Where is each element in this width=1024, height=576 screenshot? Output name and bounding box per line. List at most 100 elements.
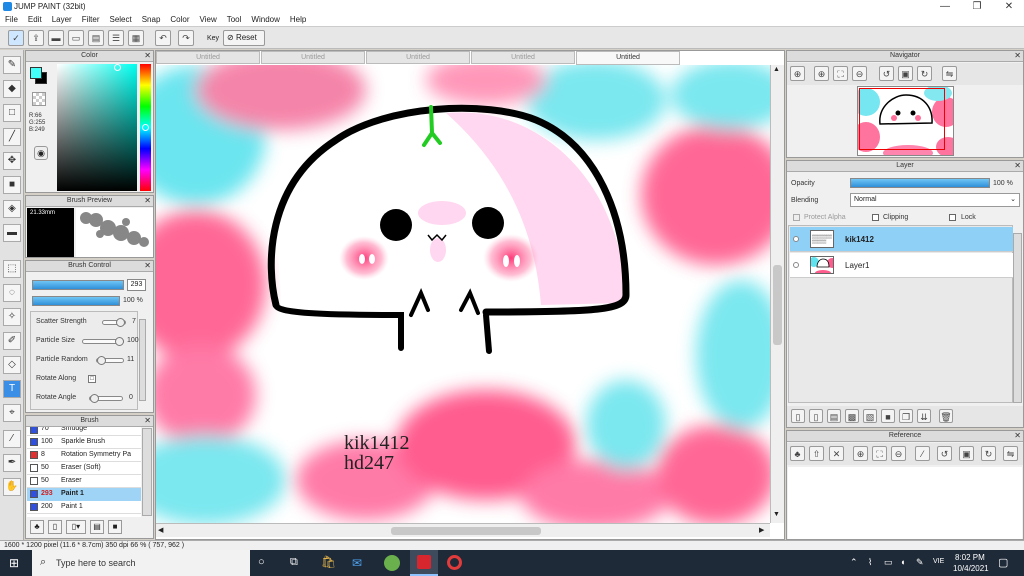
layer-mask-icon[interactable]: ▧ xyxy=(863,409,877,423)
language-indicator[interactable]: VIE xyxy=(933,558,944,565)
flip-icon[interactable]: ⇋ xyxy=(1003,446,1018,461)
battery-icon[interactable]: ▭ xyxy=(884,557,893,568)
redo-icon[interactable]: ↷ xyxy=(178,30,194,46)
select-eraser-tool-icon[interactable]: ◇ xyxy=(3,356,21,374)
network-icon[interactable]: ⌇ xyxy=(868,557,872,568)
layer-opacity-slider[interactable] xyxy=(850,178,990,188)
menu-select[interactable]: Select xyxy=(104,14,136,24)
menu-tool[interactable]: Tool xyxy=(222,14,247,24)
notification-icon[interactable]: ▢ xyxy=(998,556,1008,569)
protect-alpha-checkbox[interactable] xyxy=(793,214,800,221)
new-text-layer-icon[interactable]: ▤ xyxy=(827,409,841,423)
params-scrollbar[interactable] xyxy=(139,319,146,401)
layer-list-scrollbar[interactable] xyxy=(1013,233,1022,403)
comment-icon[interactable]: ▭ xyxy=(68,30,84,46)
list-item[interactable]: 70 Smudge xyxy=(27,427,141,436)
reference-view[interactable] xyxy=(788,467,1022,539)
horizontal-scroll-thumb[interactable] xyxy=(391,527,541,535)
lock-checkbox[interactable] xyxy=(949,214,956,221)
page-icon[interactable]: ▤ xyxy=(88,30,104,46)
cortana-icon[interactable]: ○ xyxy=(258,556,265,568)
eye-icon[interactable] xyxy=(793,236,799,242)
mail-icon[interactable]: ✉ xyxy=(352,556,362,570)
menu-file[interactable]: File xyxy=(0,14,23,24)
reference-settings-icon[interactable]: ♣ xyxy=(790,446,805,461)
brush-opacity-slider[interactable] xyxy=(32,296,120,306)
chrome-icon[interactable] xyxy=(384,555,400,571)
param-knob[interactable] xyxy=(115,337,124,346)
foreground-swatch[interactable] xyxy=(30,67,42,79)
tab-document-active[interactable]: Untitled xyxy=(576,51,680,65)
menu-filter[interactable]: Filter xyxy=(77,14,105,24)
rect-tool-icon[interactable]: □ xyxy=(3,104,21,122)
text-tool-icon[interactable]: T xyxy=(3,380,21,398)
new-icon[interactable]: ✓ xyxy=(8,30,24,46)
zoom-out-icon[interactable]: ⊖ xyxy=(891,446,906,461)
dropper-tool-icon[interactable]: ⁄ xyxy=(3,430,21,448)
scroll-right-icon[interactable]: ▶ xyxy=(759,526,764,534)
brush-size-value[interactable]: 293 xyxy=(127,279,146,291)
fill-rect-tool-icon[interactable]: ■ xyxy=(3,176,21,194)
vertical-scroll-thumb[interactable] xyxy=(773,265,782,345)
flip-icon[interactable]: ⇋ xyxy=(942,66,957,81)
new-brush-icon[interactable]: ▯ xyxy=(48,520,62,534)
zoom-in-icon[interactable]: ⊕ xyxy=(853,446,868,461)
scroll-down-icon[interactable]: ▼ xyxy=(773,511,780,518)
chat-icon[interactable]: ▬ xyxy=(48,30,64,46)
new-layer-icon[interactable]: ▯ xyxy=(791,409,805,423)
maximize-button[interactable]: ❐ xyxy=(962,0,992,14)
bucket-tool-icon[interactable]: ◈ xyxy=(3,200,21,218)
operation-tool-icon[interactable]: ⌖ xyxy=(3,404,21,422)
opera-icon[interactable] xyxy=(447,555,462,570)
undo-icon[interactable]: ↶ xyxy=(155,30,171,46)
open-icon[interactable]: ⇪ xyxy=(28,30,44,46)
tray-chevron-icon[interactable]: ⌃ xyxy=(850,557,858,568)
close-button[interactable]: ✕ xyxy=(994,0,1024,14)
transparent-swatch[interactable] xyxy=(32,92,46,106)
list-item[interactable]: 100 Sparkle Brush xyxy=(27,436,141,449)
jump-paint-taskbar-icon[interactable] xyxy=(410,550,438,576)
canvas-drawing[interactable]: kik1412 hd247 xyxy=(156,65,770,523)
menu-snap[interactable]: Snap xyxy=(137,14,166,24)
eraser-tool-icon[interactable]: ◆ xyxy=(3,80,21,98)
rotate-right-icon[interactable]: ↻ xyxy=(917,66,932,81)
rotate-along-checkbox[interactable]: □ xyxy=(88,375,96,383)
list-item[interactable]: 50 Eraser (Soft) xyxy=(27,462,141,475)
palette-icon[interactable]: ◉ xyxy=(34,146,48,160)
scroll-up-icon[interactable]: ▲ xyxy=(773,66,780,73)
move-tool-icon[interactable]: ✥ xyxy=(3,152,21,170)
layer-row-selected[interactable]: ▒▒▒▒▒▒▒ ▒▒▒▒▒ kik1412 xyxy=(790,227,1013,252)
dropper-icon[interactable]: ⁄ xyxy=(915,446,930,461)
duplicate-layer-icon[interactable]: ❐ xyxy=(899,409,913,423)
tab-document[interactable]: Untitled xyxy=(366,51,470,64)
navigator-preview[interactable] xyxy=(857,86,954,156)
brush-tool-icon[interactable]: ✎ xyxy=(3,56,21,74)
param-knob[interactable] xyxy=(97,356,106,365)
close-icon[interactable]: ✕ xyxy=(1014,161,1021,171)
param-knob[interactable] xyxy=(90,394,99,403)
reset-button[interactable]: ⊘ Reset xyxy=(223,30,265,46)
new-folder-icon[interactable]: ■ xyxy=(881,409,895,423)
list-item[interactable]: 200 Paint 1 xyxy=(27,501,141,514)
taskbar-search-box[interactable]: ⌕ Type here to search xyxy=(32,550,250,576)
menu-view[interactable]: View xyxy=(195,14,222,24)
grid-icon[interactable]: ▦ xyxy=(128,30,144,46)
lasso-tool-icon[interactable]: ◌ xyxy=(3,284,21,302)
tab-document[interactable]: Untitled xyxy=(156,51,260,64)
close-icon[interactable]: ✕ xyxy=(144,196,151,206)
task-view-icon[interactable]: ⧉ xyxy=(290,556,298,569)
blending-select[interactable]: Normal ⌄ xyxy=(850,193,1020,207)
open-reference-icon[interactable]: ⇧ xyxy=(809,446,824,461)
clipping-checkbox[interactable] xyxy=(872,214,879,221)
zoom-out-icon[interactable]: ⊖ xyxy=(852,66,867,81)
vertical-scrollbar[interactable]: ▲ ▼ xyxy=(770,65,784,523)
hand-tool-icon[interactable]: ✋ xyxy=(3,478,21,496)
brush-page-icon[interactable]: ▤ xyxy=(90,520,104,534)
brush-list-scrollbar[interactable] xyxy=(142,428,152,516)
delete-layer-icon[interactable]: 🗑 xyxy=(939,409,953,423)
brush-settings-icon[interactable]: ♣ xyxy=(30,520,44,534)
store-icon[interactable]: 🛍 xyxy=(321,555,336,569)
close-icon[interactable]: ✕ xyxy=(1014,51,1021,61)
new-vector-layer-icon[interactable]: ▯ xyxy=(809,409,823,423)
actual-size-icon[interactable]: ▣ xyxy=(898,66,913,81)
